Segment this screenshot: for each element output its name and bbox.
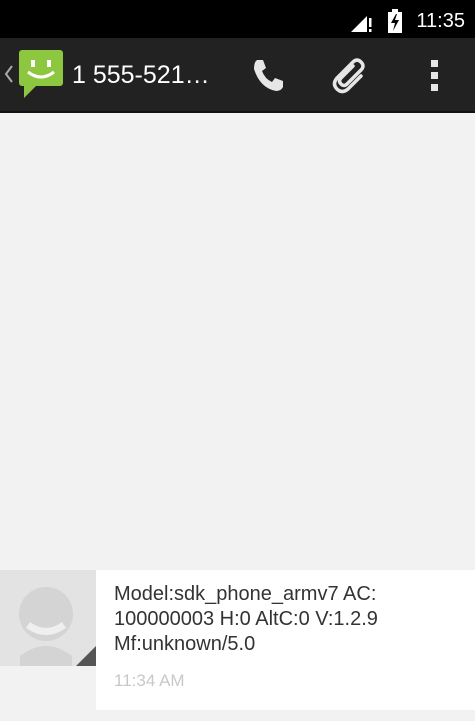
up-caret-icon — [4, 62, 14, 86]
overflow-menu-icon — [412, 52, 458, 98]
contact-silhouette-icon — [0, 570, 96, 666]
message-item[interactable]: Model:sdk_phone_armv7 AC: 100000003 H:0 … — [0, 570, 475, 720]
battery-charging-icon — [388, 9, 402, 33]
attach-button[interactable] — [328, 52, 374, 98]
status-bar: 11:35 — [0, 0, 475, 38]
avatar[interactable] — [0, 570, 96, 666]
message-text: Model:sdk_phone_armv7 AC: 100000003 H:0 … — [114, 583, 378, 655]
message-list[interactable]: Model:sdk_phone_armv7 AC: 100000003 H:0 … — [0, 113, 475, 721]
phone-icon — [245, 52, 291, 98]
signal-icon — [351, 12, 373, 32]
call-button[interactable] — [245, 52, 291, 98]
messaging-app-icon — [16, 48, 66, 100]
overflow-menu-button[interactable] — [412, 52, 458, 98]
clock: 11:35 — [416, 10, 465, 32]
paperclip-icon — [328, 52, 374, 98]
message-timestamp: 11:34 AM — [114, 671, 185, 690]
conversation-title: 1 555-521… — [72, 61, 210, 89]
message-bubble[interactable]: Model:sdk_phone_armv7 AC: 100000003 H:0 … — [96, 570, 475, 710]
action-bar: 1 555-521… — [0, 38, 475, 113]
